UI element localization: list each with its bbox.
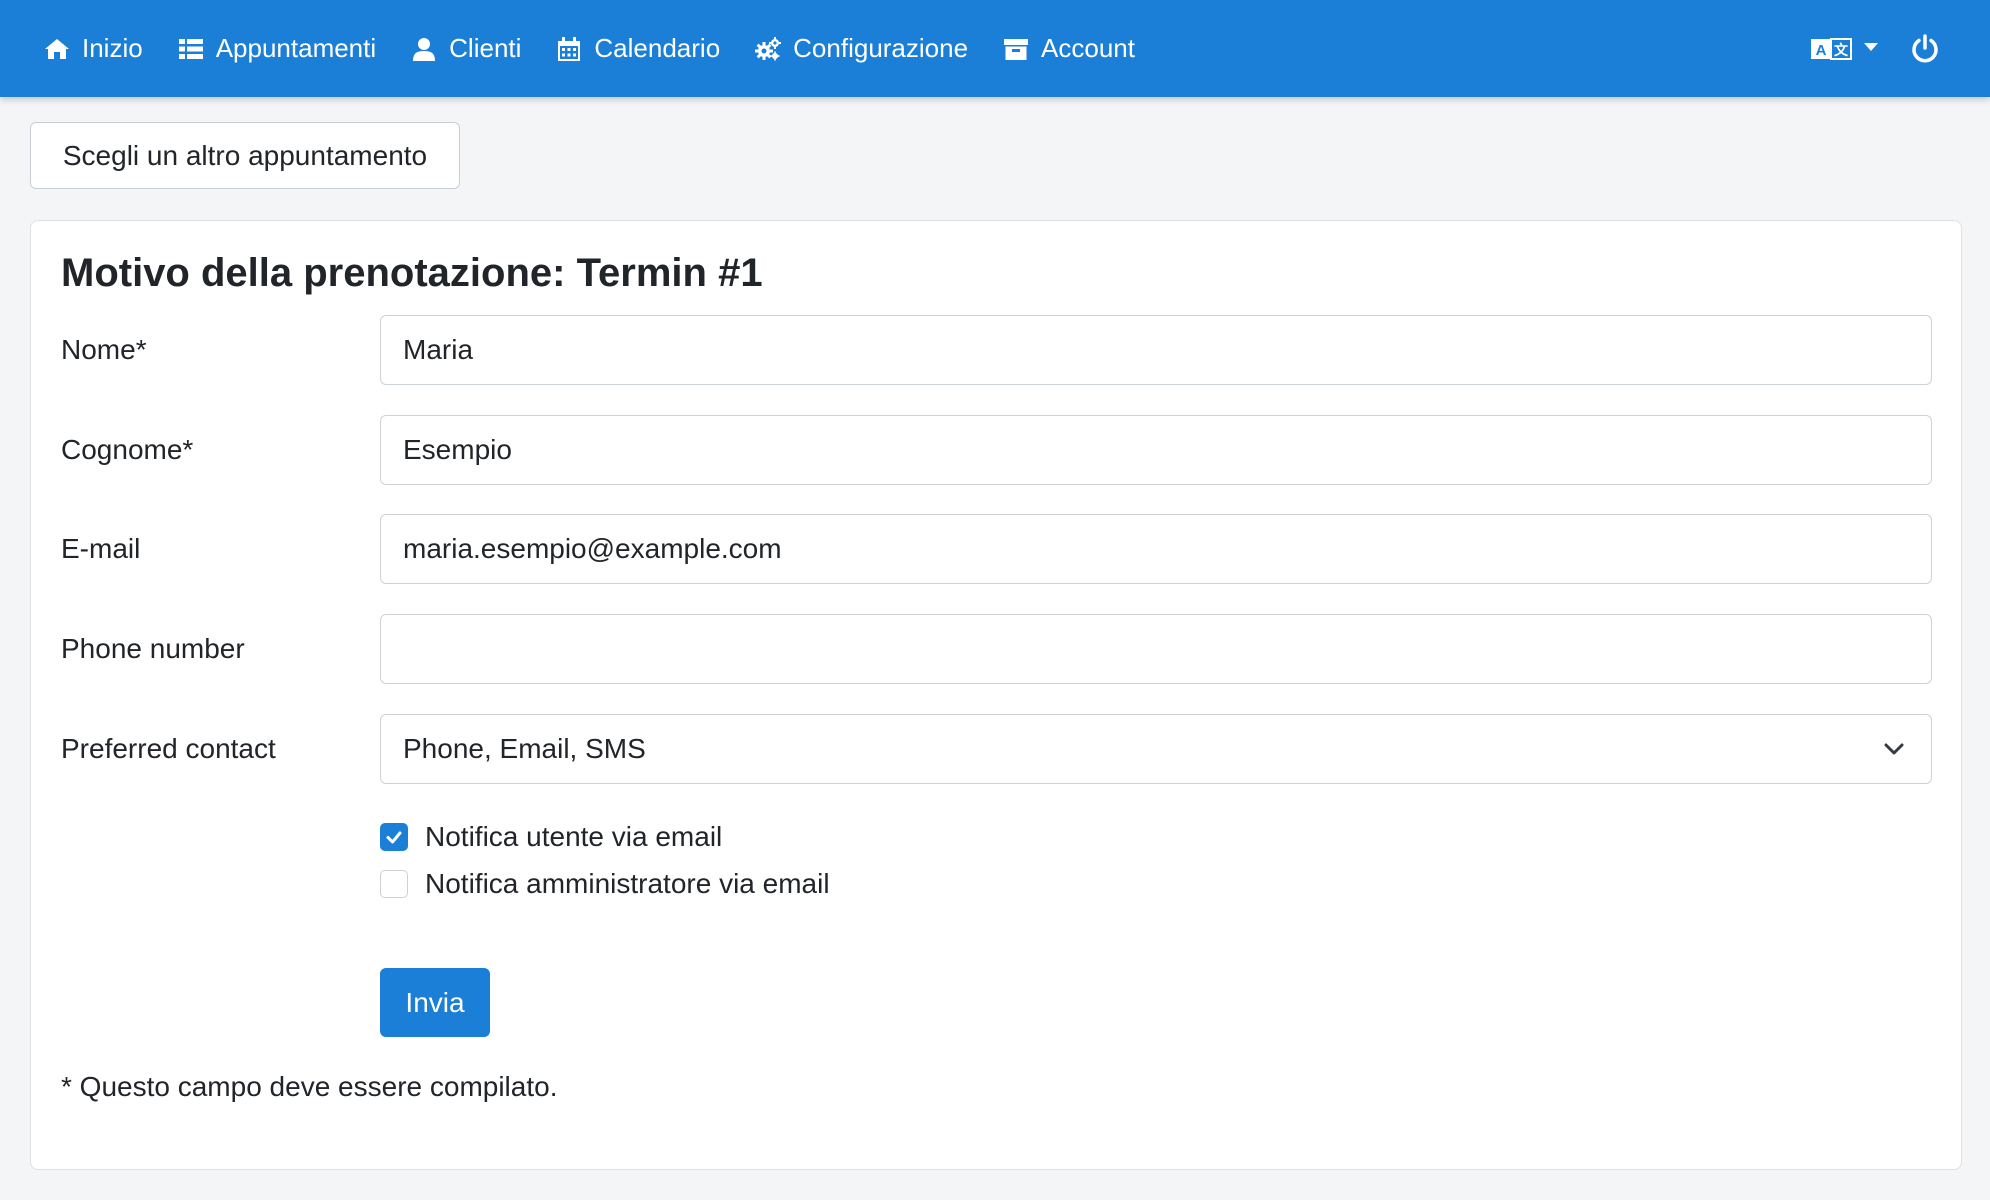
- nav-menu: Inizio Appuntamenti Clienti Calendario C…: [44, 0, 1170, 97]
- notify-user-checkbox[interactable]: [380, 823, 408, 851]
- last-name-input[interactable]: Esempio: [380, 415, 1932, 485]
- nav-item-label: Appuntamenti: [215, 33, 377, 63]
- chevron-down-icon: [1884, 743, 1904, 755]
- choose-other-appointment-button[interactable]: Scegli un altro appuntamento: [30, 122, 460, 189]
- notify-user-label: Notifica utente via email: [425, 821, 723, 852]
- preferred-contact-label: Preferred contact: [61, 733, 276, 764]
- top-navbar: Inizio Appuntamenti Clienti Calendario C…: [0, 0, 1990, 97]
- first-name-input[interactable]: Maria: [380, 315, 1932, 385]
- notify-admin-checkbox-row[interactable]: Notifica amministratore via email: [380, 868, 830, 900]
- nav-item-calendario[interactable]: Calendario: [556, 0, 720, 97]
- nav-item-inizio[interactable]: Inizio: [44, 0, 143, 97]
- calendar-icon: [558, 36, 581, 61]
- gears-icon: [755, 36, 782, 60]
- nav-item-label: Calendario: [594, 33, 721, 63]
- nav-right: A 文: [1810, 0, 1990, 97]
- language-dropdown[interactable]: A 文: [1810, 36, 1878, 62]
- archive-icon: [1004, 38, 1029, 60]
- svg-text:文: 文: [1834, 42, 1849, 59]
- nav-item-label: Clienti: [449, 33, 522, 63]
- user-icon: [413, 37, 436, 61]
- preferred-contact-select[interactable]: Phone, Email, SMS: [380, 714, 1932, 784]
- check-icon: [386, 831, 402, 844]
- nav-item-clienti[interactable]: Clienti: [411, 0, 521, 97]
- submit-button[interactable]: Invia: [380, 968, 490, 1037]
- first-name-label: Nome*: [61, 334, 147, 365]
- preferred-contact-row: Preferred contact Phone, Email, SMS: [31, 714, 1961, 784]
- nav-item-appuntamenti[interactable]: Appuntamenti: [178, 0, 376, 97]
- power-icon[interactable]: [1910, 33, 1940, 64]
- nav-item-label: Inizio: [82, 33, 143, 63]
- language-icon: A 文: [1811, 37, 1852, 60]
- nav-item-account[interactable]: Account: [1003, 0, 1135, 97]
- nav-item-label: Account: [1041, 33, 1135, 63]
- form-title: Motivo della prenotazione: Termin #1: [61, 251, 763, 295]
- booking-form-card: Motivo della prenotazione: Termin #1 Nom…: [30, 220, 1962, 1170]
- preferred-contact-value: Phone, Email, SMS: [403, 733, 646, 764]
- nav-item-label: Configurazione: [793, 33, 969, 63]
- home-icon: [45, 38, 69, 59]
- email-label: E-mail: [61, 533, 141, 564]
- required-field-note: * Questo campo deve essere compilato.: [61, 1071, 558, 1102]
- notify-admin-label: Notifica amministratore via email: [425, 868, 830, 899]
- last-name-label: Cognome*: [61, 434, 194, 465]
- notify-user-checkbox-row[interactable]: Notifica utente via email: [380, 821, 722, 853]
- email-row: E-mail maria.esempio@example.com: [31, 514, 1961, 584]
- list-icon: [178, 38, 203, 59]
- chevron-down-icon: [1864, 42, 1878, 51]
- notify-admin-checkbox[interactable]: [380, 870, 408, 898]
- last-name-row: Cognome* Esempio: [31, 415, 1961, 485]
- phone-input[interactable]: [380, 614, 1932, 684]
- first-name-row: Nome* Maria: [31, 315, 1961, 385]
- email-input[interactable]: maria.esempio@example.com: [380, 514, 1932, 584]
- phone-label: Phone number: [61, 633, 245, 664]
- nav-item-configurazione[interactable]: Configurazione: [755, 0, 968, 97]
- svg-text:A: A: [1816, 42, 1827, 59]
- phone-row: Phone number: [31, 614, 1961, 684]
